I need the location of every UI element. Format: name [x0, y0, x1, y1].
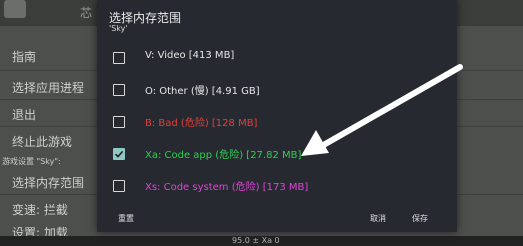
dialog-subtitle: 'Sky'	[109, 24, 128, 33]
game-settings-caption: 游戏设置 "Sky":	[2, 157, 61, 166]
checkbox[interactable]	[113, 180, 125, 192]
option-label: O: Other (慢) [4.91 GB]	[145, 86, 260, 97]
app-logo-icon	[4, 0, 26, 18]
status-text: 95.0 ± Xa 0	[232, 236, 280, 245]
save-button[interactable]: 保存	[412, 213, 428, 224]
checkbox[interactable]	[113, 84, 125, 96]
menu-item-guide[interactable]: 指南	[12, 48, 36, 65]
checkbox[interactable]	[113, 116, 125, 128]
cancel-button[interactable]: 取消	[370, 213, 386, 224]
menu-item-memory-range[interactable]: 选择内存范围	[12, 174, 84, 191]
menu-item-select-process[interactable]: 选择应用进程	[12, 79, 84, 96]
reset-button[interactable]: 重置	[118, 213, 134, 224]
option-bad[interactable]: B: Bad (危险) [128 MB]	[97, 108, 457, 136]
menu-item-speed[interactable]: 变速: 拦截	[12, 201, 68, 218]
option-label: V: Video [413 MB]	[145, 50, 235, 61]
check-icon	[114, 150, 124, 158]
checkbox-checked[interactable]	[113, 148, 125, 160]
menu-item-exit[interactable]: 退出	[12, 106, 36, 123]
background-tab: 芯	[80, 6, 93, 20]
option-label: Xa: Code app (危险) [27.82 MB]	[145, 150, 302, 161]
option-code-system[interactable]: Xs: Code system (危险) [173 MB]	[97, 172, 457, 200]
option-video[interactable]: V: Video [413 MB]	[97, 44, 457, 72]
option-code-app[interactable]: Xa: Code app (危险) [27.82 MB]	[97, 140, 457, 168]
option-other[interactable]: O: Other (慢) [4.91 GB]	[97, 76, 457, 104]
menu-item-kill-game[interactable]: 终止此游戏	[12, 133, 72, 150]
option-label: B: Bad (危险) [128 MB]	[145, 118, 258, 129]
checkbox[interactable]	[113, 52, 125, 64]
option-label: Xs: Code system (危险) [173 MB]	[145, 182, 309, 193]
memory-range-dialog: 选择内存范围 'Sky' V: Video [413 MB] O: Other …	[97, 0, 457, 232]
